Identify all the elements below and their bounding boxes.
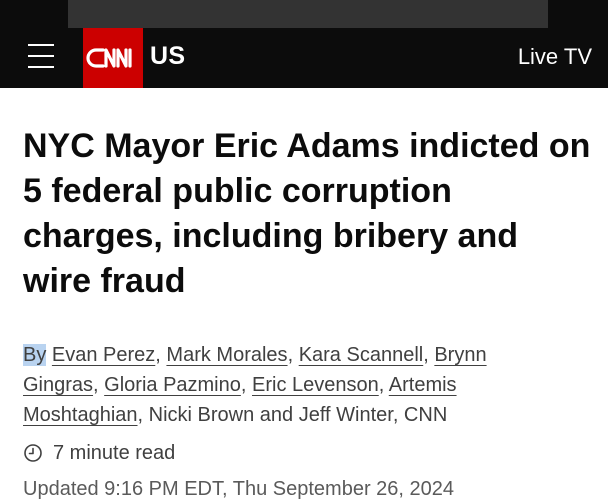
article-headline: NYC Mayor Eric Adams indicted on 5 feder…: [23, 127, 591, 300]
updated-timestamp: Updated 9:16 PM EDT, Thu September 26, 2…: [23, 478, 455, 500]
menu-line: [28, 44, 54, 46]
author-link-evan-perez[interactable]: Evan Perez: [52, 344, 155, 366]
article-byline: By Evan Perez, Mark Morales, Kara Scanne…: [23, 340, 563, 430]
menu-line: [28, 55, 54, 57]
author-link-kara-scannell[interactable]: Kara Scannell: [299, 344, 424, 366]
byline-separator: ,: [287, 344, 299, 366]
top-navigation-bar: US Live TV: [0, 0, 608, 88]
read-time-label: 7 minute read: [53, 442, 176, 464]
section-label-us[interactable]: US: [150, 40, 185, 72]
menu-line: [28, 66, 54, 68]
clock-icon: [24, 444, 42, 462]
live-tv-link[interactable]: Live TV: [518, 42, 592, 72]
cnn-logo[interactable]: [83, 28, 143, 88]
byline-separator: ,: [93, 374, 105, 396]
byline-separator: ,: [378, 374, 389, 396]
author-link-eric-levenson[interactable]: Eric Levenson: [252, 374, 379, 396]
hamburger-menu-icon[interactable]: [28, 44, 54, 68]
byline-prefix: By: [23, 344, 47, 366]
byline-separator: ,: [240, 374, 252, 396]
ad-banner-slot: [68, 0, 548, 28]
byline-separator: ,: [155, 344, 167, 366]
author-link-gloria-pazmino[interactable]: Gloria Pazmino: [104, 374, 241, 396]
byline-separator: ,: [423, 344, 435, 366]
author-link-mark-morales[interactable]: Mark Morales: [166, 344, 287, 366]
cnn-logo-mark: [86, 48, 132, 68]
byline-trailing-text: , Nicki Brown and Jeff Winter, CNN: [137, 404, 448, 426]
